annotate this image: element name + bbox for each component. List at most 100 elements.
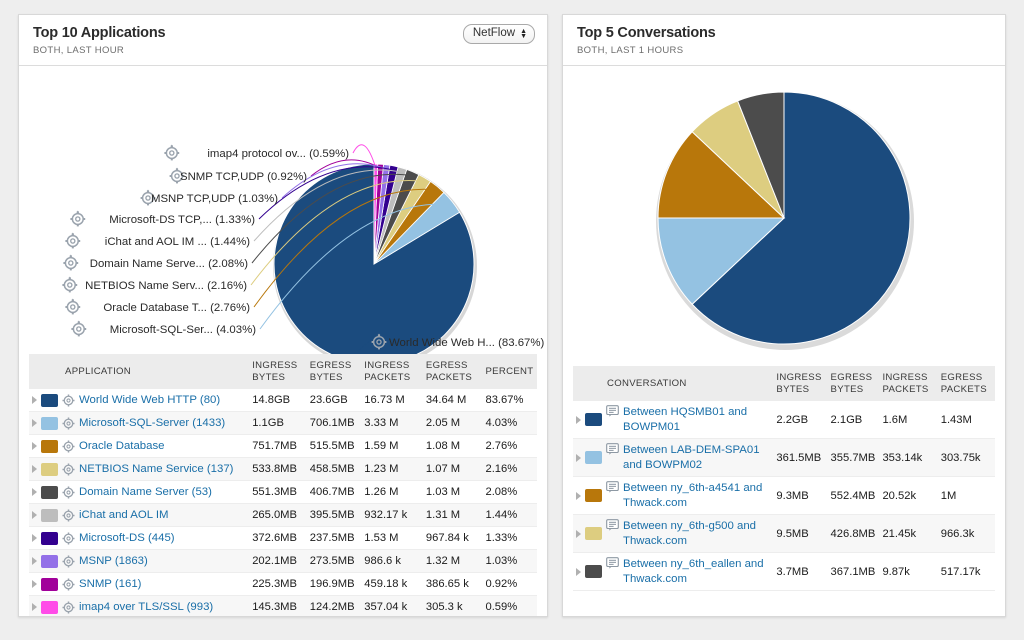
table-row[interactable]: Between ny_6th-a4541 and Thwack.com 9.3M… — [573, 477, 995, 515]
application-name-cell[interactable]: Microsoft-DS (445) — [29, 527, 249, 550]
application-link[interactable]: SNMP (161) — [79, 577, 141, 591]
conversation-link[interactable]: Between LAB-DEM-SPA01 and BOWPM02 — [623, 443, 770, 472]
cell-percent: 4.03% — [482, 412, 537, 435]
table-row[interactable]: iChat and AOL IM 265.0MB 395.5MB 932.17 … — [29, 504, 537, 527]
expand-triangle-icon[interactable] — [32, 465, 37, 473]
table-row[interactable]: Between ny_6th-g500 and Thwack.com 9.5MB… — [573, 515, 995, 553]
cell-egress-packets: 34.64 M — [423, 389, 483, 412]
application-name-cell[interactable]: SNMP (161) — [29, 573, 249, 596]
cell-ingress-bytes: 1.1GB — [249, 412, 307, 435]
col-ingress-packets[interactable]: INGRESSPACKETS — [361, 354, 423, 389]
expand-triangle-icon[interactable] — [32, 488, 37, 496]
expand-triangle-icon[interactable] — [32, 580, 37, 588]
table-row[interactable]: World Wide Web HTTP (80) 14.8GB 23.6GB 1… — [29, 389, 537, 412]
expand-triangle-icon[interactable] — [32, 511, 37, 519]
application-name-cell[interactable]: Domain Name Server (53) — [29, 481, 249, 504]
table-row[interactable]: Microsoft-DS (445) 372.6MB 237.5MB 1.53 … — [29, 527, 537, 550]
left-panel-header: Top 10 Applications BOTH, LAST HOUR NetF… — [19, 15, 547, 66]
application-name-cell[interactable]: imap4 over TLS/SSL (993) — [29, 596, 249, 617]
application-name-cell[interactable]: Microsoft-SQL-Server (1433) — [29, 412, 249, 435]
cell-egress-bytes: 124.2MB — [307, 596, 362, 617]
application-link[interactable]: imap4 over TLS/SSL (993) — [79, 600, 213, 614]
table-row[interactable]: Between HQSMB01 and BOWPM01 2.2GB 2.1GB … — [573, 401, 995, 439]
col-ingress-bytes[interactable]: INGRESSBYTES — [249, 354, 307, 389]
series-color-swatch — [41, 417, 58, 430]
series-color-swatch — [585, 527, 602, 540]
conversation-name-cell[interactable]: Between ny_6th-g500 and Thwack.com — [573, 515, 773, 553]
left-panel-subtitle: BOTH, LAST HOUR — [33, 45, 533, 56]
col-application[interactable]: APPLICATION — [29, 354, 249, 389]
application-link[interactable]: Microsoft-SQL-Server (1433) — [79, 416, 225, 430]
expand-triangle-icon[interactable] — [32, 534, 37, 542]
conversations-pie-chart — [563, 66, 1005, 366]
conversation-name-cell[interactable]: Between LAB-DEM-SPA01 and BOWPM02 — [573, 439, 773, 477]
application-link[interactable]: Microsoft-DS (445) — [79, 531, 175, 545]
applications-table-head: APPLICATION INGRESSBYTES EGRESSBYTES ING… — [29, 354, 537, 389]
pie-slice-label: NETBIOS Name Serv... (2.16%) — [85, 280, 247, 292]
expand-triangle-icon[interactable] — [32, 442, 37, 450]
col-percent[interactable]: PERCENT — [482, 354, 537, 389]
cell-ingress-bytes: 2.2GB — [773, 401, 827, 439]
table-row[interactable]: NETBIOS Name Service (137) 533.8MB 458.5… — [29, 458, 537, 481]
conversation-name-cell[interactable]: Between ny_6th_eallen and Thwack.com — [573, 553, 773, 591]
col-egress-packets[interactable]: EGRESSPACKETS — [938, 366, 995, 401]
application-gear-icon — [62, 486, 75, 499]
expand-triangle-icon[interactable] — [32, 557, 37, 565]
application-link[interactable]: NETBIOS Name Service (137) — [79, 462, 233, 476]
expand-triangle-icon[interactable] — [32, 419, 37, 427]
table-row[interactable]: MSNP (1863) 202.1MB 273.5MB 986.6 k 1.32… — [29, 550, 537, 573]
table-row[interactable]: Between ny_6th_eallen and Thwack.com 3.7… — [573, 553, 995, 591]
col-egress-bytes[interactable]: EGRESSBYTES — [828, 366, 880, 401]
table-row[interactable]: Microsoft-SQL-Server (1433) 1.1GB 706.1M… — [29, 412, 537, 435]
table-row[interactable]: Oracle Database 751.7MB 515.5MB 1.59 M 1… — [29, 435, 537, 458]
cell-egress-packets: 1.43M — [938, 401, 995, 439]
application-name-cell[interactable]: NETBIOS Name Service (137) — [29, 458, 249, 481]
pie-slice-label: iChat and AOL IM ... (1.44%) — [105, 236, 250, 248]
application-link[interactable]: Domain Name Server (53) — [79, 485, 212, 499]
conversation-link[interactable]: Between HQSMB01 and BOWPM01 — [623, 405, 770, 434]
application-name-cell[interactable]: MSNP (1863) — [29, 550, 249, 573]
series-color-swatch — [585, 565, 602, 578]
cell-ingress-packets: 1.26 M — [361, 481, 423, 504]
col-ingress-bytes[interactable]: INGRESSBYTES — [773, 366, 827, 401]
pie-slice-label: Microsoft-DS TCP,... (1.33%) — [109, 214, 255, 226]
col-egress-bytes[interactable]: EGRESSBYTES — [307, 354, 362, 389]
table-row[interactable]: SNMP (161) 225.3MB 196.9MB 459.18 k 386.… — [29, 573, 537, 596]
expand-triangle-icon[interactable] — [576, 492, 581, 500]
cell-ingress-packets: 353.14k — [879, 439, 937, 477]
application-link[interactable]: MSNP (1863) — [79, 554, 148, 568]
right-panel-subtitle: BOTH, LAST 1 HOURS — [577, 45, 991, 56]
netflow-source-select[interactable]: NetFlow ▲▼ — [463, 24, 535, 44]
application-name-cell[interactable]: Oracle Database — [29, 435, 249, 458]
conversation-name-cell[interactable]: Between HQSMB01 and BOWPM01 — [573, 401, 773, 439]
application-link[interactable]: iChat and AOL IM — [79, 508, 168, 522]
col-conversation[interactable]: CONVERSATION — [573, 366, 773, 401]
expand-triangle-icon[interactable] — [576, 568, 581, 576]
expand-triangle-icon[interactable] — [576, 416, 581, 424]
conversation-link[interactable]: Between ny_6th-a4541 and Thwack.com — [623, 481, 770, 510]
cell-egress-bytes: 552.4MB — [828, 477, 880, 515]
expand-triangle-icon[interactable] — [32, 603, 37, 611]
application-link[interactable]: Oracle Database — [79, 439, 164, 453]
application-gear-icon — [62, 394, 75, 407]
col-egress-packets[interactable]: EGRESSPACKETS — [423, 354, 483, 389]
conversation-name-cell[interactable]: Between ny_6th-a4541 and Thwack.com — [573, 477, 773, 515]
table-row[interactable]: Between LAB-DEM-SPA01 and BOWPM02 361.5M… — [573, 439, 995, 477]
application-link[interactable]: World Wide Web HTTP (80) — [79, 393, 220, 407]
table-row[interactable]: Domain Name Server (53) 551.3MB 406.7MB … — [29, 481, 537, 504]
cell-egress-packets: 303.75k — [938, 439, 995, 477]
conversation-link[interactable]: Between ny_6th-g500 and Thwack.com — [623, 519, 770, 548]
expand-triangle-icon[interactable] — [576, 530, 581, 538]
cell-egress-bytes: 355.7MB — [828, 439, 880, 477]
expand-triangle-icon[interactable] — [32, 396, 37, 404]
application-name-cell[interactable]: World Wide Web HTTP (80) — [29, 389, 249, 412]
conversation-link[interactable]: Between ny_6th_eallen and Thwack.com — [623, 557, 770, 586]
cell-egress-packets: 966.3k — [938, 515, 995, 553]
application-name-cell[interactable]: iChat and AOL IM — [29, 504, 249, 527]
applications-table-wrap: APPLICATION INGRESSBYTES EGRESSBYTES ING… — [19, 354, 547, 616]
expand-triangle-icon[interactable] — [576, 454, 581, 462]
cell-ingress-packets: 1.53 M — [361, 527, 423, 550]
cell-percent: 2.16% — [482, 458, 537, 481]
table-row[interactable]: imap4 over TLS/SSL (993) 145.3MB 124.2MB… — [29, 596, 537, 617]
col-ingress-packets[interactable]: INGRESSPACKETS — [879, 366, 937, 401]
